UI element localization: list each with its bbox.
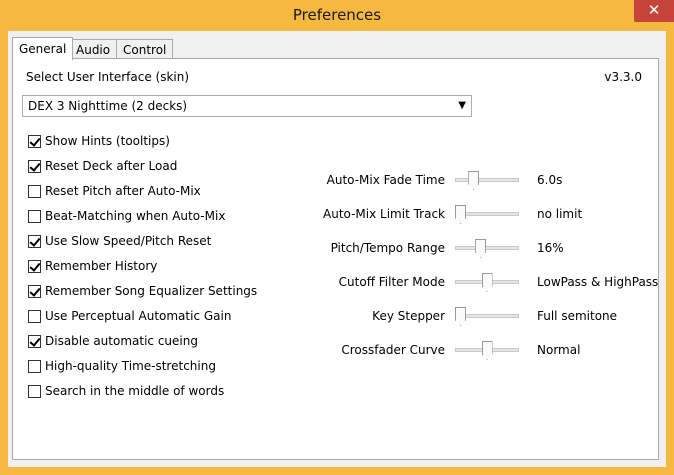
checkbox-reset-pitch[interactable]: Reset Pitch after Auto-Mix: [28, 183, 201, 199]
checkbox-label: Remember Song Equalizer Settings: [45, 284, 258, 298]
checkbox-box[interactable]: [28, 159, 41, 173]
checkbox-box[interactable]: [28, 184, 41, 198]
checkbox-box[interactable]: [28, 209, 41, 223]
slider-label-crossfader: Crossfader Curve: [341, 343, 445, 357]
slider-limit-track[interactable]: [455, 205, 519, 224]
tab-control[interactable]: Control: [116, 39, 174, 59]
checkbox-perceptual-gain[interactable]: Use Perceptual Automatic Gain: [28, 308, 231, 324]
slider-thumb[interactable]: [468, 171, 480, 190]
slider-value-fade-time: 6.0s: [537, 173, 563, 187]
skin-select-value: DEX 3 Nighttime (2 decks): [28, 99, 188, 113]
close-button[interactable]: ✕: [634, 0, 674, 22]
slider-value-key-stepper: Full semitone: [537, 309, 618, 323]
checkbox-disable-cueing[interactable]: Disable automatic cueing: [28, 333, 198, 349]
checkbox-box[interactable]: [28, 359, 41, 373]
title-bar[interactable]: Preferences ✕: [0, 0, 674, 31]
checkbox-label: Use Perceptual Automatic Gain: [45, 309, 232, 323]
slider-fade-time[interactable]: [455, 171, 519, 190]
close-icon: ✕: [647, 1, 661, 19]
checkbox-label: Use Slow Speed/Pitch Reset: [45, 234, 212, 248]
checkbox-remember-history[interactable]: Remember History: [28, 258, 157, 274]
window-title: Preferences: [292, 6, 382, 24]
skin-label: Select User Interface (skin): [26, 70, 190, 84]
checkbox-box[interactable]: [28, 134, 41, 148]
slider-label-cutoff-filter: Cutoff Filter Mode: [338, 275, 445, 289]
slider-key-stepper[interactable]: [455, 307, 519, 326]
checkbox-label: Reset Deck after Load: [45, 159, 178, 173]
checkbox-label: Remember History: [45, 259, 158, 273]
checkbox-slow-speed[interactable]: Use Slow Speed/Pitch Reset: [28, 233, 211, 249]
skin-select[interactable]: DEX 3 Nighttime (2 decks) ▼: [22, 95, 472, 117]
checkbox-hq-timestretch[interactable]: High-quality Time-stretching: [28, 358, 216, 374]
checkbox-box[interactable]: [28, 309, 41, 323]
slider-label-limit-track: Auto-Mix Limit Track: [323, 207, 445, 221]
slider-label-fade-time: Auto-Mix Fade Time: [326, 173, 445, 187]
checkbox-remember-eq[interactable]: Remember Song Equalizer Settings: [28, 283, 257, 299]
preferences-window: Preferences ✕ General Audio Control Sele…: [0, 0, 674, 475]
slider-thumb[interactable]: [455, 307, 466, 326]
version-label: v3.3.0: [604, 70, 642, 84]
slider-cutoff-filter[interactable]: [455, 273, 519, 292]
checkbox-box[interactable]: [28, 234, 41, 248]
slider-thumb[interactable]: [475, 239, 487, 258]
checkbox-box[interactable]: [28, 334, 41, 348]
checkbox-label: Disable automatic cueing: [45, 334, 198, 348]
slider-value-crossfader: Normal: [537, 343, 581, 357]
client-area: General Audio Control Select User Interf…: [8, 31, 666, 467]
slider-thumb[interactable]: [481, 341, 493, 360]
checkbox-label: Show Hints (tooltips): [45, 134, 170, 148]
checkbox-label: Search in the middle of words: [45, 384, 225, 398]
checkbox-label: Reset Pitch after Auto-Mix: [45, 184, 201, 198]
chevron-down-icon: ▼: [458, 100, 466, 111]
checkbox-label: High-quality Time-stretching: [45, 359, 216, 373]
checkbox-box[interactable]: [28, 284, 41, 298]
checkbox-box[interactable]: [28, 384, 41, 398]
slider-label-pitch-range: Pitch/Tempo Range: [330, 241, 445, 255]
checkbox-show-hints[interactable]: Show Hints (tooltips): [28, 133, 170, 149]
slider-label-key-stepper: Key Stepper: [372, 309, 445, 323]
tab-audio[interactable]: Audio: [69, 39, 118, 59]
slider-thumb[interactable]: [455, 205, 466, 224]
tab-general[interactable]: General: [12, 37, 74, 60]
checkbox-beat-matching[interactable]: Beat-Matching when Auto-Mix: [28, 208, 225, 224]
checkbox-box[interactable]: [28, 259, 41, 273]
slider-value-limit-track: no limit: [537, 207, 583, 221]
checkbox-reset-deck[interactable]: Reset Deck after Load: [28, 158, 177, 174]
slider-crossfader[interactable]: [455, 341, 519, 360]
slider-thumb[interactable]: [481, 273, 493, 292]
checkbox-search-middle[interactable]: Search in the middle of words: [28, 383, 224, 399]
slider-value-cutoff-filter: LowPass & HighPass: [537, 275, 659, 289]
general-panel: Select User Interface (skin) v3.3.0 DEX …: [12, 58, 659, 460]
slider-value-pitch-range: 16%: [537, 241, 564, 255]
slider-pitch-range[interactable]: [455, 239, 519, 258]
checkbox-label: Beat-Matching when Auto-Mix: [45, 209, 226, 223]
